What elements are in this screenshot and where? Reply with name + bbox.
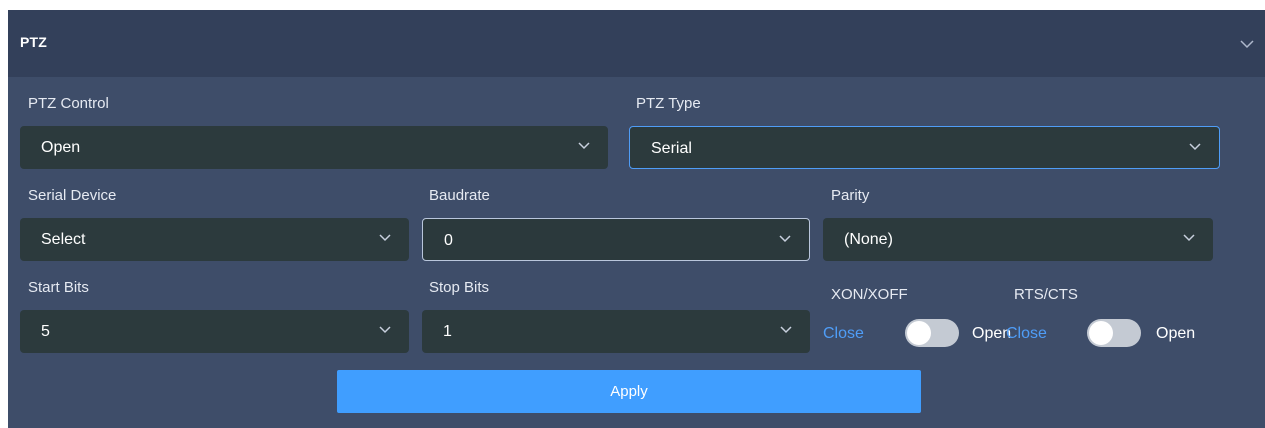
baudrate-select[interactable]: 0 [422, 218, 810, 261]
chevron-down-icon [379, 326, 391, 334]
ptz-type-select[interactable]: Serial [629, 126, 1220, 169]
rts-cts-open-label[interactable]: Open [1156, 325, 1195, 343]
serial-device-value: Select [41, 231, 86, 248]
serial-device-label: Serial Device [28, 187, 117, 204]
chevron-down-icon [780, 326, 792, 334]
start-bits-label: Start Bits [28, 279, 89, 296]
xon-xoff-close-label[interactable]: Close [823, 325, 864, 343]
switch-knob [907, 321, 931, 345]
rts-cts-label: RTS/CTS [1014, 286, 1078, 303]
baudrate-label: Baudrate [429, 187, 490, 204]
panel-header[interactable]: PTZ [8, 10, 1265, 77]
chevron-down-icon [779, 235, 791, 243]
ptz-control-value: Open [41, 139, 81, 156]
start-bits-select[interactable]: 5 [20, 310, 409, 353]
rts-cts-switch[interactable] [1087, 319, 1141, 347]
serial-device-select[interactable]: Select [20, 218, 409, 261]
stop-bits-label: Stop Bits [429, 279, 490, 296]
xon-xoff-switch[interactable] [905, 319, 959, 347]
chevron-down-icon [1189, 143, 1201, 151]
chevron-down-icon [379, 234, 391, 242]
rts-cts-close-label[interactable]: Close [1006, 325, 1047, 343]
start-bits-value: 5 [41, 323, 50, 340]
xon-xoff-label: XON/XOFF [831, 286, 908, 303]
ptz-control-select[interactable]: Open [20, 126, 608, 169]
parity-label: Parity [831, 187, 870, 204]
parity-value: (None) [844, 231, 893, 248]
apply-button[interactable]: Apply [337, 370, 921, 413]
switch-knob [1089, 321, 1113, 345]
chevron-down-icon[interactable] [1240, 39, 1254, 49]
ptz-control-label: PTZ Control [28, 95, 109, 112]
baudrate-value: 0 [444, 232, 453, 249]
stop-bits-value: 1 [443, 323, 452, 340]
ptz-type-value: Serial [651, 140, 692, 157]
chevron-down-icon [578, 142, 590, 150]
ptz-type-label: PTZ Type [636, 95, 701, 112]
chevron-down-icon [1183, 234, 1195, 242]
panel-title: PTZ [20, 34, 48, 50]
parity-select[interactable]: (None) [823, 218, 1213, 261]
stop-bits-select[interactable]: 1 [422, 310, 810, 353]
